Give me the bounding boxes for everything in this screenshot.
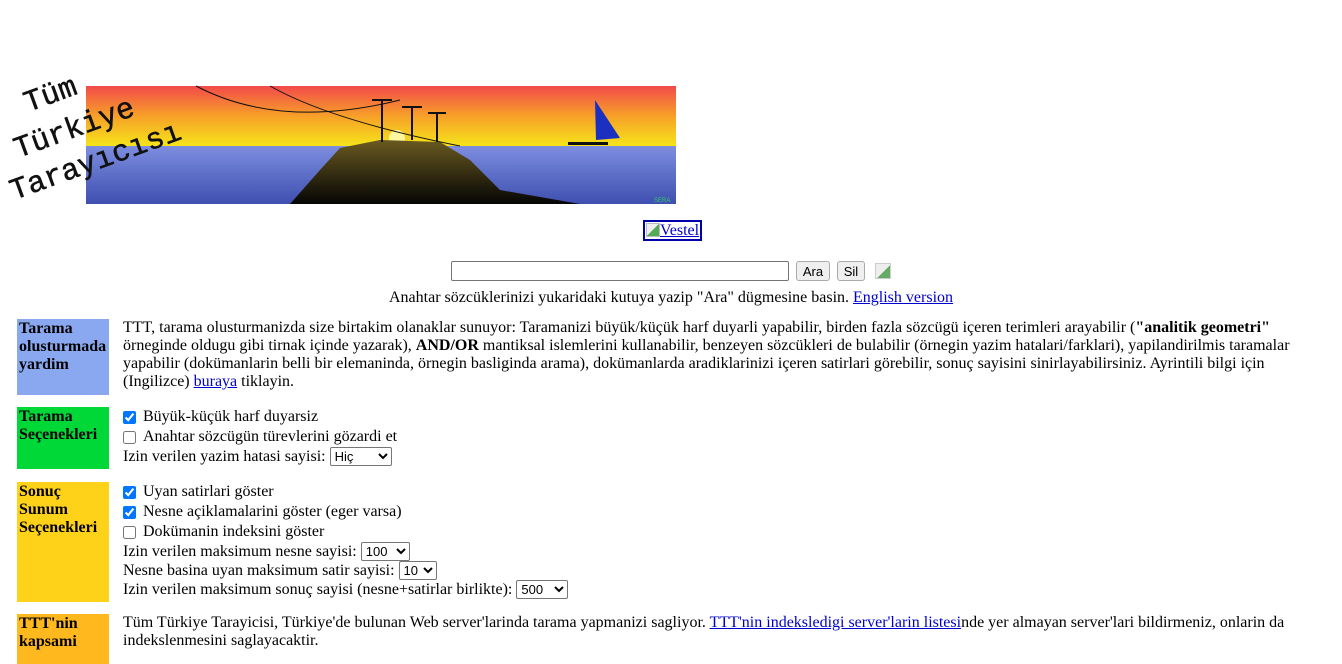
max-results-select[interactable]: 500: [516, 580, 569, 599]
details-link[interactable]: buraya: [194, 373, 238, 390]
search-button[interactable]: Ara: [795, 261, 831, 281]
typo-label: Izin verilen yazim hatasi sayisi:: [123, 448, 326, 465]
show-index-checkbox[interactable]: Dokümanin indeksini göster: [123, 522, 1322, 542]
case-insensitive-checkbox[interactable]: Büyük-küçük harf duyarsiz: [123, 407, 1322, 427]
show-lines-checkbox[interactable]: Uyan satirlari göster: [123, 482, 1322, 502]
sponsor-alt-text: Vestel: [660, 222, 700, 239]
server-list-link[interactable]: TTT'nin indeksledigi server'larin listes…: [710, 614, 961, 631]
section-label: Tarama olusturmada yardim: [17, 319, 109, 395]
broken-image-icon: [646, 223, 660, 237]
broken-image-icon: [874, 263, 891, 279]
section-result-options: Sonuç Sunum Seçenekleri Uyan satirlari g…: [17, 482, 1322, 602]
max-objects-select[interactable]: 100: [360, 542, 410, 561]
typo-select[interactable]: Hiç: [329, 447, 392, 466]
section-content: TTT, tarama olusturmanizda size birtakim…: [123, 319, 1290, 390]
max-lines-select[interactable]: 10: [398, 561, 437, 580]
sponsor-link[interactable]: Vestel: [643, 220, 703, 241]
banner-signature: SERA: [654, 198, 670, 204]
section-search-options: Tarama Seçenekleri Büyük-küçük harf duya…: [17, 407, 1322, 469]
ignore-derivatives-checkbox[interactable]: Anahtar sözcügün türevlerini gözardi et: [123, 427, 1322, 447]
english-version-link[interactable]: English version: [853, 289, 953, 306]
section-help: Tarama olusturmada yardim TTT, tarama ol…: [17, 319, 1322, 395]
help-text: Anahtar sözcüklerinizi yukaridaki kutuya…: [388, 289, 854, 306]
site-banner: SERA Tüm Türkiye Tarayıcısı: [6, 71, 676, 210]
show-descriptions-checkbox[interactable]: Nesne açiklamalarini göster (eger varsa): [123, 502, 1322, 522]
section-label: Sonuç Sunum Seçenekleri: [17, 482, 109, 602]
search-input[interactable]: [451, 261, 790, 281]
section-label: Tarama Seçenekleri: [17, 407, 109, 469]
search-bar: Ara Sil: [0, 261, 1342, 281]
search-help: Anahtar sözcüklerinizi yukaridaki kutuya…: [0, 289, 1342, 307]
clear-button[interactable]: Sil: [836, 261, 866, 281]
